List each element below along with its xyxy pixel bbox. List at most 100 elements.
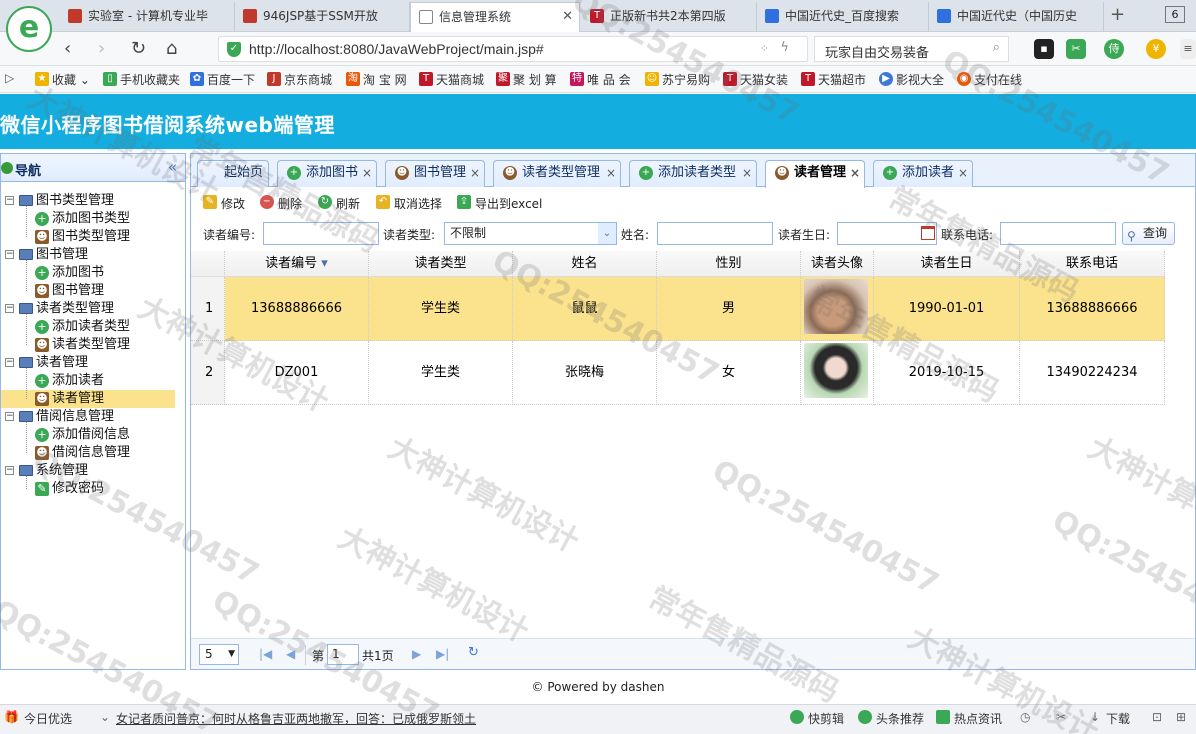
close-tab-icon[interactable]: × [470,161,480,185]
download-button[interactable]: ↓ 下载 [1090,710,1130,727]
close-tab-icon[interactable]: ✕ [562,3,573,31]
close-tab-icon[interactable]: × [606,161,616,185]
export-excel-button[interactable]: ⇪ 导出到excel [457,195,542,212]
cancel-select-button[interactable]: ↶ 取消选择 [376,195,442,212]
reload-icon[interactable]: ↻ [468,645,479,660]
search-text[interactable]: 玩家自由交易装备 [825,42,929,61]
panel-tab[interactable]: + 添加读者类型 × [629,160,757,187]
tree-item[interactable]: ☻ 借阅信息管理 [35,444,130,462]
close-tab-icon[interactable]: × [958,161,968,185]
expander-icon[interactable]: − [5,196,14,205]
user-avatar-icon[interactable]: 侍 [1104,39,1124,59]
browser-tab[interactable]: T 正版新书共2本第四版 [582,2,757,32]
gamepad-icon[interactable]: ▪ [1034,39,1054,59]
column-header[interactable]: 读者编号 ▾ [225,251,369,277]
forward-icon[interactable]: › [98,38,105,59]
scissors-icon[interactable]: ✂ [1066,39,1086,59]
lightning-icon[interactable]: ϟ [780,40,789,55]
bookmark-item[interactable]: T 天猫女装 [723,71,788,88]
expander-icon[interactable]: − [5,250,14,259]
tree-item[interactable]: + 添加借阅信息 [35,426,130,444]
browser-tab[interactable]: 中国近代史（中国历史 [929,2,1104,32]
panel-tab[interactable]: ☻ 图书管理 × [385,160,485,187]
browser-search-box[interactable]: 玩家自由交易装备 ⌕ [814,36,1009,62]
prev-page-icon[interactable]: ◀ [286,647,295,661]
bookmark-item[interactable]: ◉ 支付在线 [957,71,1022,88]
column-header[interactable]: 姓名 [513,251,657,277]
bookmark-item[interactable]: ▶ 影视大全 [879,71,944,88]
page-number-input[interactable]: 1 [327,644,359,665]
tree-group[interactable]: 图书管理 [36,246,88,264]
panel-tab[interactable]: 起始页 [197,160,269,187]
reader-type-select[interactable]: 不限制 ⌄ [444,222,617,245]
bookmark-item[interactable]: T 天猫超市 [801,71,866,88]
column-header[interactable]: 读者头像 [801,251,874,277]
name-input[interactable] [657,222,773,245]
back-icon[interactable]: ‹ [64,38,71,59]
last-page-icon[interactable]: ▶| [436,647,449,661]
bookmark-favorites[interactable]: ★ 收藏 ⌄ [35,71,90,88]
column-header[interactable]: 联系电话 [1020,251,1165,277]
home-icon[interactable]: ⌂ [166,38,177,59]
edit-button[interactable]: ✎ 修改 [203,195,245,212]
first-page-icon[interactable]: |◀ [259,647,272,661]
expander-icon[interactable]: − [5,304,14,313]
reload-icon[interactable]: ↻ [131,38,146,59]
close-tab-icon[interactable]: × [362,161,372,185]
panel-tab-active[interactable]: ☻ 读者管理 × [765,160,865,188]
tree-group[interactable]: 读者类型管理 [36,300,114,318]
tree-group[interactable]: 图书类型管理 [36,192,114,210]
url-text[interactable]: http://localhost:8080/JavaWebProject/mai… [249,41,544,57]
bookmark-item[interactable]: 淘淘 宝 网 [346,71,407,88]
refresh-button[interactable]: ↻ 刷新 [318,195,360,212]
expander-icon[interactable]: − [5,412,14,421]
delete-button[interactable]: − 删除 [260,195,302,212]
column-header[interactable]: 读者类型 [369,251,513,277]
gift-icon[interactable]: 🎁 [4,710,19,724]
bookmark-item[interactable]: ☺ 苏宁易购 [645,71,710,88]
reader-no-input[interactable] [263,222,379,245]
column-header[interactable]: 读者生日 [874,251,1020,277]
chevron-down-icon[interactable]: ▼ [228,645,235,664]
tree-group[interactable]: 系统管理 [36,462,88,480]
expander-icon[interactable]: − [5,358,14,367]
tree-item[interactable]: + 添加图书类型 [35,210,130,228]
tree-item[interactable]: + 添加图书 [35,264,104,282]
bookmark-item[interactable]: J 京东商城 [267,71,332,88]
news-ticker[interactable]: 女记者质问普京：何时从格鲁吉亚两地撤军，回答：已成俄罗斯领土 [116,710,476,727]
tree-item[interactable]: ☻ 图书类型管理 [35,228,130,246]
column-header[interactable]: 性别 [657,251,801,277]
headline-button[interactable]: 头条推荐 [858,710,924,727]
tree-item[interactable]: + 添加读者 [35,372,104,390]
browser-tab[interactable]: 946JSP基于SSM开放 [235,2,410,32]
fullscreen-icon[interactable]: ⊡ [1152,710,1162,724]
tree-item[interactable]: ☻ 图书管理 [35,282,104,300]
tree-item-selected[interactable]: ☻ 读者管理 [1,390,175,408]
bookmark-item[interactable]: 聚聚 划 算 [496,71,557,88]
collapse-icon[interactable]: « [168,158,177,176]
browser-tab[interactable]: 实验室 - 计算机专业毕 [60,2,235,32]
tree-group[interactable]: 借阅信息管理 [36,408,114,426]
sort-desc-icon[interactable]: ▾ [317,256,328,271]
tree-item[interactable]: ☻ 读者类型管理 [35,336,130,354]
hot-news-button[interactable]: 热点资讯 [936,710,1002,727]
close-tab-icon[interactable]: × [742,161,752,185]
search-icon[interactable]: ⌕ [993,40,1000,55]
daily-picks[interactable]: 今日优选 [24,710,72,727]
bookmark-item[interactable]: ▯ 手机收藏夹 [103,71,180,88]
phone-input[interactable] [1000,222,1116,245]
tree-item[interactable]: ✎ 修改密码 [35,480,104,498]
speed-icon[interactable]: ◷ [1020,710,1030,724]
quick-clip-button[interactable]: 快剪辑 [790,710,844,727]
new-tab-icon[interactable]: + [1110,4,1125,25]
expander-icon[interactable]: − [5,466,14,475]
menu-icon[interactable]: ≡ [1180,39,1196,59]
query-button[interactable]: ⚲ 查询 [1122,222,1175,245]
table-row[interactable]: 2 DZ001 学生类 张晓梅女 2019-10-15 13490224234 [191,341,1165,405]
panel-tab[interactable]: + 添加读者 × [873,160,973,187]
bookmark-item[interactable]: T 天猫商城 [419,71,484,88]
browser-tab[interactable]: 中国近代史_百度搜索 [757,2,929,32]
table-row-selected[interactable]: 1 13688886666 学生类 鼠鼠男 1990-01-01 13688886666 [191,277,1165,341]
address-bar[interactable]: ✓ http://localhost:8080/JavaWebProject/m… [218,36,808,62]
close-tab-icon[interactable]: × [850,161,860,185]
